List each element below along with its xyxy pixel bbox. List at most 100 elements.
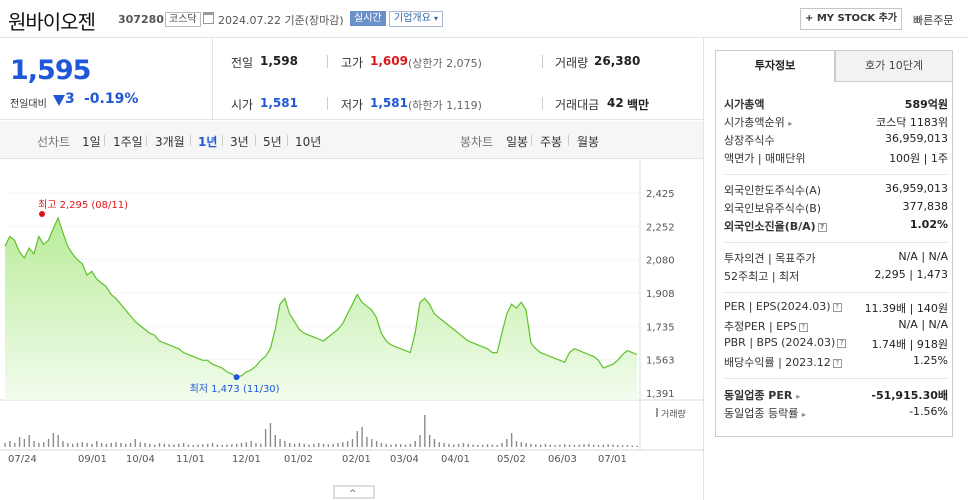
chevron-right-icon[interactable]: ▸ xyxy=(796,392,800,401)
candle-monthly[interactable]: 월봉 xyxy=(577,133,599,150)
info-row: 상장주식수 36,959,013 xyxy=(724,132,948,150)
price-chart[interactable]: 2,425 2,252 2,080 1,908 1,735 1,563 1,391 07/2… xyxy=(0,160,703,500)
volume-bar xyxy=(264,429,267,447)
y-tick-label: 1,391 xyxy=(646,389,675,400)
info-label: 투자의견 | 목표주가 xyxy=(724,252,816,265)
volume-bar xyxy=(81,442,83,447)
info-value: 377,838 xyxy=(902,200,949,213)
company-info-label: 기업개요 xyxy=(394,13,431,24)
help-icon[interactable]: ? xyxy=(837,339,847,348)
volume-bar xyxy=(568,444,571,447)
volume-bar xyxy=(284,441,286,447)
info-value: 코스닥 1183위 xyxy=(876,116,948,129)
info-label-text: 배당수익률 | 2023.12 xyxy=(724,356,831,369)
date-text: 2024.07.22 기준(장마감) xyxy=(218,14,344,27)
volume-bar xyxy=(134,439,137,447)
high-label: 최고 2,295 (08/11) xyxy=(38,199,128,211)
volume-bar xyxy=(409,443,412,447)
period-10y[interactable]: 10년 xyxy=(295,133,321,150)
period-1w[interactable]: 1주일 xyxy=(113,133,143,150)
info-row: 액면가 | 매매단위 100원 | 1주 xyxy=(724,150,948,168)
market-badge: 코스닥 xyxy=(165,12,201,27)
volume-bar xyxy=(631,445,633,447)
chevron-right-icon[interactable]: ▸ xyxy=(802,410,806,419)
y-tick-label: 1,908 xyxy=(646,289,675,300)
add-mystock-button[interactable]: + MY STOCK 추가 xyxy=(800,8,902,30)
candle-weekly[interactable]: 주봉 xyxy=(540,133,562,150)
volume-bar xyxy=(149,443,151,447)
low-value: 1,581 xyxy=(370,96,408,110)
tab-invest-info[interactable]: 투자정보 xyxy=(715,50,835,82)
x-tick-label: 01/02 xyxy=(284,454,313,465)
volume-bar xyxy=(240,443,243,447)
y-tick-label: 2,252 xyxy=(646,222,675,233)
help-icon[interactable]: ? xyxy=(798,323,808,332)
info-value: 100원 | 1주 xyxy=(889,152,948,165)
x-tick-label: 04/01 xyxy=(441,454,470,465)
x-tick-label: 07/24 xyxy=(8,454,37,465)
help-icon[interactable]: ? xyxy=(817,223,827,232)
volume-bar xyxy=(308,444,310,447)
info-label: 시가총액 xyxy=(724,98,765,111)
volume-bar xyxy=(18,437,21,447)
period-1d[interactable]: 1일 xyxy=(82,133,101,150)
volume-bar xyxy=(28,435,30,447)
prev-value: 1,598 xyxy=(260,54,298,68)
divider xyxy=(287,135,288,146)
divider xyxy=(190,135,191,146)
divider xyxy=(724,242,948,243)
volume-bar xyxy=(67,443,69,447)
volume-bar xyxy=(57,435,59,447)
info-row: 외국인보유주식수(B) 377,838 xyxy=(724,200,948,218)
chevron-right-icon[interactable]: ▸ xyxy=(788,119,792,128)
volume-bar xyxy=(486,444,489,447)
candle-chart-label: 봉차트 xyxy=(460,135,494,149)
divider xyxy=(146,135,147,146)
volume-bar xyxy=(583,444,585,447)
volume-bar xyxy=(544,443,547,447)
divider xyxy=(222,135,223,146)
amount-unit: 백만 xyxy=(627,98,650,112)
period-bar: 선차트 1일 1주일 3개월 1년 3년 5년 10년 봉차트 일봉 주봉 월봉 xyxy=(0,121,703,159)
x-tick-label: 03/04 xyxy=(390,454,419,465)
info-label: 추정PER | EPS? xyxy=(724,318,808,334)
realtime-button[interactable]: 실시간 xyxy=(350,11,386,26)
info-row: 추정PER | EPS? N/A | N/A xyxy=(724,318,948,336)
volume-bar xyxy=(313,443,315,447)
volume-bar xyxy=(617,445,619,447)
y-tick-label: 1,735 xyxy=(646,322,675,333)
quick-order-link[interactable]: 빠른주문 xyxy=(913,12,953,28)
help-icon[interactable]: ? xyxy=(832,359,842,368)
period-3m[interactable]: 3개월 xyxy=(155,133,185,150)
candle-daily[interactable]: 일봉 xyxy=(506,133,528,150)
volume-bar xyxy=(477,445,479,447)
volume-label: 거래량 xyxy=(555,56,589,70)
volume-bar xyxy=(322,443,325,447)
volume-bar xyxy=(125,443,127,447)
header: 원바이오젠 307280 코스닥 2024.07.22 기준(장마감) 실시간 … xyxy=(0,0,968,38)
info-label-text: 시가총액순위 xyxy=(724,116,785,129)
volume-bar xyxy=(549,444,551,447)
volume-bar xyxy=(564,444,566,447)
tab-orderbook[interactable]: 호가 10단계 xyxy=(835,50,953,82)
period-1y[interactable]: 1년 xyxy=(198,133,217,150)
line-chart-label: 선차트 xyxy=(37,135,71,149)
info-label-text: PBR | BPS (2024.03) xyxy=(724,336,836,349)
volume-bar xyxy=(197,444,199,447)
period-5y[interactable]: 5년 xyxy=(263,133,282,150)
info-value: 2,295 | 1,473 xyxy=(874,268,948,281)
volume-bar xyxy=(419,435,421,447)
down-triangle-icon xyxy=(53,95,65,106)
info-label: 상장주식수 xyxy=(724,134,775,147)
period-3y[interactable]: 3년 xyxy=(230,133,249,150)
volume-legend-icon xyxy=(656,408,658,417)
high-value: 1,609 xyxy=(370,54,408,68)
company-info-button[interactable]: 기업개요 ▾ xyxy=(389,11,444,27)
chevron-up-icon: ^ xyxy=(349,489,357,499)
volume-bar xyxy=(14,443,16,447)
help-icon[interactable]: ? xyxy=(832,303,842,312)
volume-bar xyxy=(424,415,426,447)
volume-bar xyxy=(100,443,103,447)
volume-bar xyxy=(375,441,378,447)
current-price: 1,595 xyxy=(10,55,91,86)
